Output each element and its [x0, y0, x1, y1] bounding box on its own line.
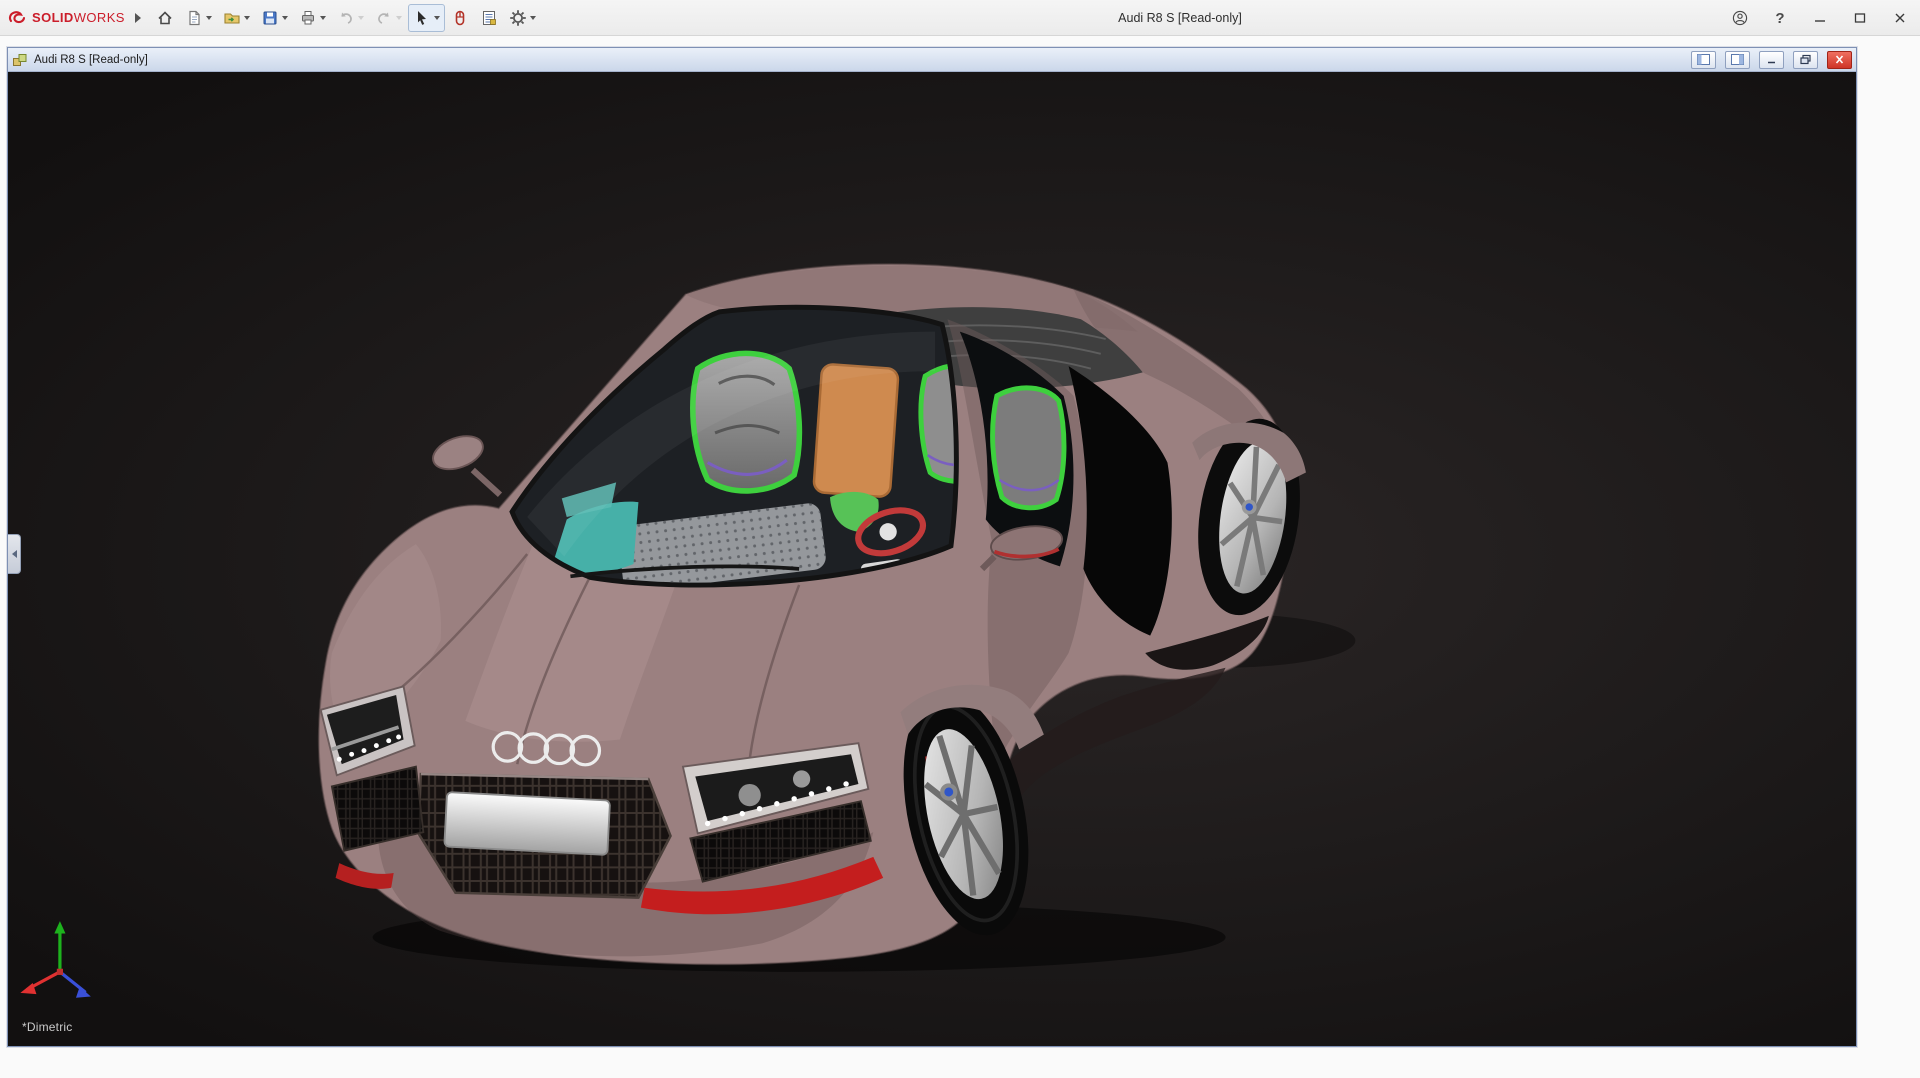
print-icon	[299, 9, 317, 27]
menu-flyout-arrow[interactable]	[131, 6, 145, 30]
chevron-down-icon	[320, 16, 326, 20]
help-button[interactable]: ?	[1760, 0, 1800, 36]
user-account-icon	[1732, 10, 1748, 26]
restore-icon	[1799, 54, 1812, 65]
new-document-button[interactable]	[180, 4, 217, 32]
app-titlebar: SOLIDWORKS	[0, 0, 1920, 36]
select-arrow-icon	[413, 9, 431, 27]
close-icon	[1892, 10, 1908, 26]
minimize-icon	[1765, 54, 1778, 65]
featuremanager-collapsed-tab[interactable]	[8, 534, 21, 574]
undo-button[interactable]	[332, 4, 369, 32]
chevron-down-icon	[206, 16, 212, 20]
license-plate[interactable]	[444, 792, 610, 855]
center-console	[813, 364, 898, 498]
chevron-down-icon	[358, 16, 364, 20]
home-icon	[156, 9, 174, 27]
maximize-button[interactable]	[1840, 0, 1880, 36]
print-button[interactable]	[294, 4, 331, 32]
file-properties-button[interactable]	[475, 4, 503, 32]
help-icon: ?	[1775, 10, 1784, 27]
graphics-viewport[interactable]: *Dimetric	[8, 72, 1856, 1046]
new-document-icon	[185, 9, 203, 27]
file-properties-icon	[480, 9, 498, 27]
mouse-gestures-icon	[451, 9, 469, 27]
options-gear-icon	[509, 9, 527, 27]
document-title: Audi R8 S [Read-only]	[34, 54, 148, 66]
brand-text: SOLIDWORKS	[32, 10, 125, 25]
left-pane-toggle-icon	[1697, 54, 1710, 65]
options-button[interactable]	[504, 4, 541, 32]
redo-icon	[375, 9, 393, 27]
save-icon	[261, 9, 279, 27]
minimize-button[interactable]	[1800, 0, 1840, 36]
mouse-gestures-button[interactable]	[446, 4, 474, 32]
chevron-left-icon	[12, 550, 17, 558]
minimize-icon	[1812, 10, 1828, 26]
chevron-down-icon	[282, 16, 288, 20]
reference-triad[interactable]	[20, 921, 90, 998]
chevron-down-icon	[530, 16, 536, 20]
assembly-document-icon	[12, 52, 28, 68]
doc-restore-button[interactable]	[1793, 51, 1818, 69]
chevron-right-icon	[135, 13, 141, 23]
close-app-button[interactable]	[1880, 0, 1920, 36]
right-pane-toggle-button[interactable]	[1725, 51, 1750, 69]
select-tool-button[interactable]	[408, 4, 445, 32]
save-button[interactable]	[256, 4, 293, 32]
open-folder-icon	[223, 9, 241, 27]
redo-button[interactable]	[370, 4, 407, 32]
undo-icon	[337, 9, 355, 27]
doc-close-button[interactable]	[1827, 51, 1852, 69]
user-account-button[interactable]	[1720, 0, 1760, 36]
window-controls: ?	[1720, 0, 1920, 36]
doc-minimize-button[interactable]	[1759, 51, 1784, 69]
left-pane-toggle-button[interactable]	[1691, 51, 1716, 69]
solidworks-logo: SOLIDWORKS	[4, 10, 131, 26]
app-window-title: Audi R8 S [Read-only]	[620, 0, 1740, 36]
main-toolbar	[151, 4, 541, 32]
chevron-down-icon	[434, 16, 440, 20]
document-titlebar[interactable]: Audi R8 S [Read-only]	[8, 48, 1856, 72]
chevron-down-icon	[396, 16, 402, 20]
document-window: Audi R8 S [Read-only]	[7, 47, 1857, 1047]
close-icon	[1833, 54, 1846, 65]
home-button[interactable]	[151, 4, 179, 32]
mirror-left[interactable]	[428, 430, 499, 495]
model-render-audi-r8[interactable]	[8, 72, 1856, 1046]
view-orientation-label: *Dimetric	[22, 1020, 72, 1034]
ds-logo-icon	[8, 10, 28, 26]
open-button[interactable]	[218, 4, 255, 32]
chevron-down-icon	[244, 16, 250, 20]
right-pane-toggle-icon	[1731, 54, 1744, 65]
maximize-icon	[1852, 10, 1868, 26]
